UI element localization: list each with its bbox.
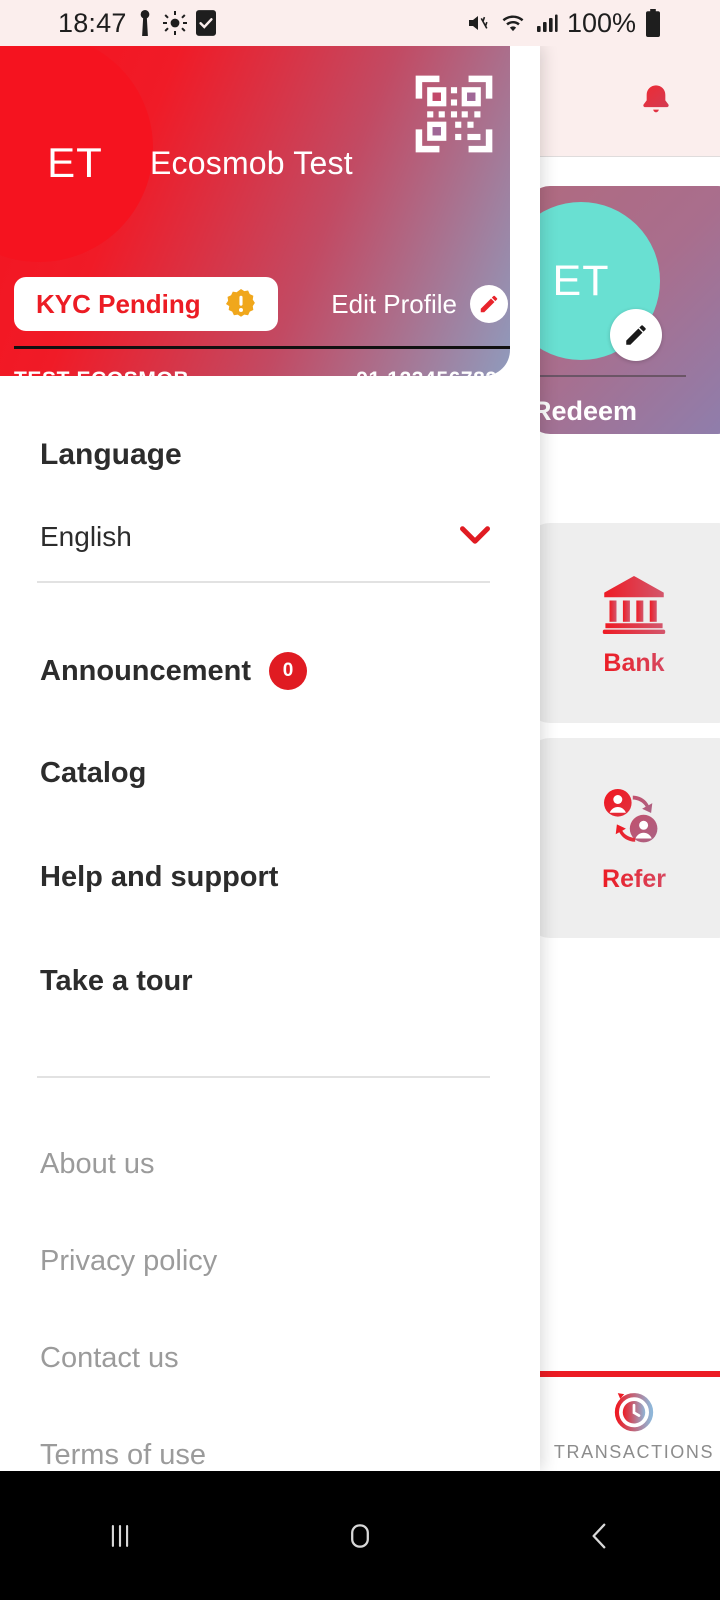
bottom-nav-label: TRANSACTIONS — [553, 1441, 715, 1462]
chevron-down-icon — [460, 524, 490, 551]
key-icon — [136, 10, 154, 36]
menu-item-help-and-support[interactable]: Help and support — [40, 861, 278, 894]
menu-item-announcement[interactable]: Announcement 0 — [40, 652, 308, 690]
menu-item-take-a-tour[interactable]: Take a tour — [40, 965, 193, 998]
drawer-user-name: Ecosmob Test — [150, 144, 353, 181]
redeem-label: Redeem — [532, 396, 638, 426]
header-meta: TEST ECOSMOB 91 1234567899 — [14, 368, 510, 376]
menu-item-catalog[interactable]: Catalog — [40, 757, 146, 790]
signal-icon — [535, 11, 559, 35]
kyc-status-label: KYC Pending — [36, 288, 201, 319]
mute-icon — [465, 11, 491, 35]
language-selected-value: English — [40, 521, 132, 552]
bank-icon — [597, 569, 671, 639]
edit-avatar-button[interactable] — [610, 309, 662, 361]
wifi-icon — [499, 11, 527, 35]
recents-icon — [103, 1519, 137, 1553]
footer-link-privacy-policy[interactable]: Privacy policy — [40, 1245, 217, 1278]
recents-button[interactable] — [60, 1491, 180, 1581]
footer-link-about-us[interactable]: About us — [40, 1148, 154, 1181]
divider-footer — [37, 1076, 490, 1078]
battery-icon — [644, 9, 662, 37]
language-section-title: Language — [40, 438, 182, 471]
history-clock-icon — [609, 1386, 659, 1436]
android-navigation-bar — [0, 1471, 720, 1600]
edit-profile-label: Edit Profile — [331, 288, 457, 319]
profile-redeem-card[interactable]: ET Redeem — [528, 186, 720, 434]
navigation-drawer: ET Ecosmob Test KYC Pending Edit Profile… — [0, 46, 540, 1471]
home-icon — [343, 1519, 377, 1553]
refer-users-icon — [596, 783, 672, 855]
menu-item-label: Catalog — [40, 757, 147, 789]
tile-label: Refer — [602, 864, 666, 893]
menu-item-label: Take a tour — [40, 965, 193, 997]
drawer-avatar-initials: ET — [47, 139, 103, 186]
menu-item-label: Help and support — [40, 861, 279, 893]
back-button[interactable] — [540, 1491, 660, 1581]
card-divider — [528, 375, 686, 377]
status-bar-clock: 18:47 — [58, 7, 127, 38]
status-bar-left: 18:47 — [58, 8, 216, 39]
menu-item-label: Announcement — [40, 654, 252, 687]
pencil-icon — [470, 285, 508, 323]
divider-language — [37, 581, 490, 583]
battery-percent-label: 100% — [566, 7, 636, 38]
avatar-initials: ET — [552, 256, 610, 305]
home-button[interactable] — [300, 1491, 420, 1581]
brightness-icon — [162, 11, 187, 35]
status-bar: 18:47 100% — [0, 0, 720, 46]
back-icon — [583, 1519, 617, 1553]
footer-link-terms-of-use[interactable]: Terms of use — [40, 1439, 206, 1472]
checkbox-icon — [195, 10, 216, 36]
tile-bank[interactable]: Bank — [528, 523, 720, 723]
drawer-header: ET Ecosmob Test KYC Pending Edit Profile — [0, 46, 510, 376]
pencil-icon — [623, 322, 649, 348]
bell-icon — [636, 79, 676, 123]
qr-code-button[interactable] — [408, 68, 500, 165]
header-divider — [14, 346, 510, 349]
account-phone: 91 1234567899 — [356, 368, 510, 376]
tile-refer[interactable]: Refer — [528, 738, 720, 938]
bottom-nav-transactions[interactable]: TRANSACTIONS — [528, 1371, 720, 1471]
account-name: TEST ECOSMOB — [14, 368, 189, 376]
footer-link-contact-us[interactable]: Contact us — [40, 1342, 179, 1375]
edit-profile-button[interactable]: Edit Profile — [331, 285, 510, 323]
kyc-row: KYC Pending Edit Profile — [14, 276, 510, 332]
warning-badge-icon — [224, 287, 258, 321]
announcement-badge: 0 — [269, 652, 308, 690]
kyc-status-chip[interactable]: KYC Pending — [14, 277, 278, 331]
notification-bell-button[interactable] — [628, 73, 684, 129]
status-bar-right: 100% — [465, 8, 662, 39]
tile-label: Bank — [603, 648, 665, 677]
